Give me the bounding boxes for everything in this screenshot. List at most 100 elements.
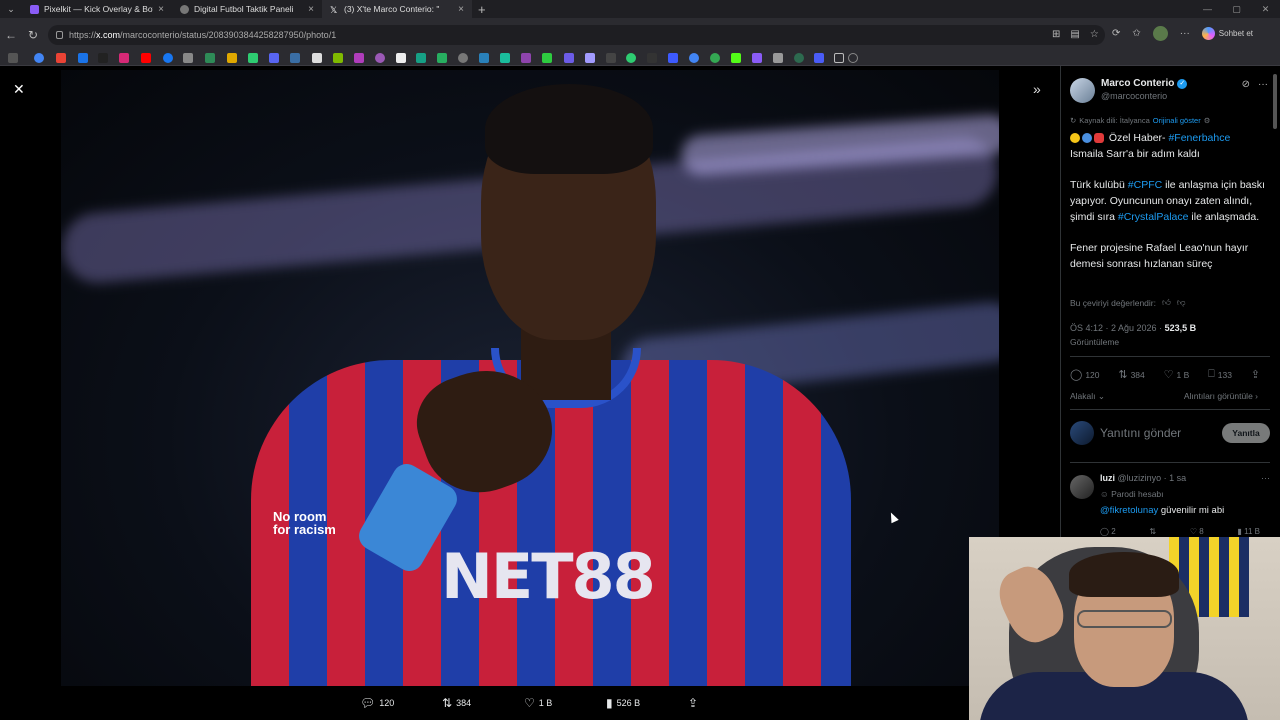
- bookmark-icon[interactable]: [606, 53, 616, 63]
- bookmark-icon[interactable]: [333, 53, 343, 63]
- more-options-icon[interactable]: ···: [1261, 473, 1270, 483]
- comment-repost-icon[interactable]: ⇅: [1149, 527, 1156, 536]
- bookmark-icon[interactable]: [8, 53, 18, 63]
- views-action[interactable]: ▮ 526 B: [606, 696, 640, 710]
- reply-stat[interactable]: ◯ 120: [1070, 368, 1100, 381]
- close-window-icon[interactable]: ✕: [1251, 0, 1280, 18]
- bookmark-icon[interactable]: [163, 53, 173, 63]
- instagram-bookmark-icon[interactable]: [119, 53, 129, 63]
- bookmark-stat[interactable]: ⎕ 133: [1208, 368, 1232, 381]
- bookmark-icon[interactable]: [647, 53, 657, 63]
- folder-icon[interactable]: [834, 53, 844, 63]
- more-menu-icon[interactable]: ···: [1180, 28, 1190, 39]
- like-stat[interactable]: ♡ 1 B: [1164, 368, 1190, 381]
- bookmark-icon[interactable]: [227, 53, 237, 63]
- bookmark-icon[interactable]: [458, 53, 468, 63]
- tab-list-button[interactable]: ⌄: [0, 0, 22, 18]
- bookmark-icon[interactable]: [375, 53, 385, 63]
- close-icon[interactable]: ✕: [13, 81, 25, 98]
- tweet-author[interactable]: Marco Conterio ✓ @marcoconterio: [1070, 78, 1188, 103]
- bookmark-icon[interactable]: [521, 53, 531, 63]
- view-quotes-link[interactable]: Alıntıları görüntüle ›: [1184, 391, 1258, 402]
- repost-stat[interactable]: ⇅ 384: [1118, 368, 1144, 381]
- x-bookmark-icon[interactable]: [98, 53, 108, 63]
- bookmark-icon[interactable]: [416, 53, 426, 63]
- author-avatar[interactable]: [1070, 78, 1095, 103]
- youtube-bookmark-icon[interactable]: [141, 53, 151, 63]
- hashtag-cpfc[interactable]: #CPFC: [1128, 179, 1162, 191]
- settings-icon[interactable]: ⚙: [1204, 116, 1211, 125]
- share-stat[interactable]: ⇪: [1251, 368, 1260, 381]
- show-original-link[interactable]: Orijinali göster: [1153, 116, 1201, 125]
- tab-pixelkit[interactable]: Pixelkit — Kick Overlay & Bot ×: [22, 0, 172, 18]
- bookmark-icon[interactable]: [205, 53, 215, 63]
- bookmark-icon[interactable]: [312, 53, 322, 63]
- hashtag-fenerbahce[interactable]: #Fenerbahce: [1168, 132, 1230, 144]
- bookmark-icon[interactable]: [354, 53, 364, 63]
- bookmark-icon[interactable]: [437, 53, 447, 63]
- bookmark-icon[interactable]: [500, 53, 510, 63]
- mention-link[interactable]: @fikretolunay: [1100, 505, 1158, 516]
- kick-bookmark-icon[interactable]: [731, 53, 741, 63]
- minimize-icon[interactable]: —: [1193, 0, 1222, 18]
- bookmark-icon[interactable]: [773, 53, 783, 63]
- apps-icon[interactable]: ⊞: [1052, 29, 1060, 40]
- tab-taktik[interactable]: Digital Futbol Taktik Paneli ×: [172, 0, 322, 18]
- back-icon[interactable]: ←: [0, 28, 22, 42]
- site-info-icon[interactable]: [56, 31, 63, 39]
- bookmark-icon[interactable]: [626, 53, 636, 63]
- share-action[interactable]: ⇪: [688, 696, 698, 710]
- maximize-icon[interactable]: ▢: [1222, 0, 1251, 18]
- user-avatar[interactable]: [1070, 421, 1094, 445]
- bookmark-icon[interactable]: [183, 53, 193, 63]
- like-action[interactable]: ♡ 1 B: [524, 696, 552, 710]
- commenter-handle[interactable]: @luzizinyo · 1 sa: [1118, 473, 1187, 483]
- close-tab-icon[interactable]: ×: [458, 4, 464, 15]
- gmail-bookmark-icon[interactable]: [56, 53, 66, 63]
- reply-input[interactable]: Yanıtını gönder: [1100, 426, 1216, 440]
- commenter-avatar[interactable]: [1070, 475, 1094, 499]
- scrollbar[interactable]: [1273, 74, 1277, 129]
- related-dropdown[interactable]: Alakalı ⌄: [1070, 391, 1105, 402]
- bookmark-icon[interactable]: [396, 53, 406, 63]
- bookmark-icon[interactable]: [814, 53, 824, 63]
- bookmark-icon[interactable]: [668, 53, 678, 63]
- thumbs-down-icon[interactable]: 👎︎: [1177, 297, 1186, 308]
- comment-like-stat[interactable]: ♡ 8: [1190, 527, 1204, 536]
- bookmark-icon[interactable]: [479, 53, 489, 63]
- address-bar[interactable]: https://x.com/marcoconterio/status/20839…: [48, 25, 1105, 45]
- author-name-row[interactable]: Marco Conterio ✓: [1101, 78, 1188, 89]
- favorite-star-icon[interactable]: ☆: [1090, 29, 1099, 40]
- google-bookmark-icon[interactable]: [689, 53, 699, 63]
- favorites-icon[interactable]: ✩: [1132, 28, 1140, 39]
- commenter-name[interactable]: luzi: [1100, 473, 1115, 483]
- close-tab-icon[interactable]: ×: [158, 4, 164, 15]
- repost-action[interactable]: ⇅ 384: [442, 696, 471, 710]
- new-tab-button[interactable]: +: [478, 2, 486, 17]
- reader-icon[interactable]: ▤: [1070, 29, 1079, 40]
- tweet-time[interactable]: ÖS 4:12 · 2 Ağu 2026 ·: [1070, 323, 1162, 333]
- bookmark-icon[interactable]: [752, 53, 762, 63]
- bookmark-icon[interactable]: [269, 53, 279, 63]
- grok-icon[interactable]: ⊘: [1242, 79, 1250, 90]
- hashtag-crystalpalace[interactable]: #CrystalPalace: [1118, 211, 1189, 223]
- bookmark-icon[interactable]: [248, 53, 258, 63]
- link-icon[interactable]: [848, 53, 858, 63]
- copilot-chat-button[interactable]: Sohbet et: [1201, 27, 1253, 40]
- more-options-icon[interactable]: ···: [1258, 79, 1268, 90]
- google-bookmark-icon[interactable]: [710, 53, 720, 63]
- comment-reply-stat[interactable]: ◯ 2: [1100, 527, 1116, 536]
- refresh-icon[interactable]: ↻: [22, 28, 44, 42]
- comment-views-stat[interactable]: ▮ 11 B: [1238, 527, 1261, 536]
- tweet-photo[interactable]: NET88 No room for racism: [61, 70, 999, 686]
- close-tab-icon[interactable]: ×: [308, 4, 314, 15]
- bookmark-icon[interactable]: [794, 53, 804, 63]
- bookmark-icon[interactable]: [585, 53, 595, 63]
- reply-action[interactable]: 💬︎ 120: [360, 696, 394, 710]
- expand-panel-icon[interactable]: »: [1033, 81, 1041, 97]
- reply-button[interactable]: Yanıtla: [1222, 423, 1270, 443]
- profile-avatar[interactable]: [1152, 26, 1168, 41]
- download-bookmark-icon[interactable]: [542, 53, 552, 63]
- thumbs-up-icon[interactable]: 👍︎: [1162, 297, 1171, 308]
- google-bookmark-icon[interactable]: [34, 53, 44, 63]
